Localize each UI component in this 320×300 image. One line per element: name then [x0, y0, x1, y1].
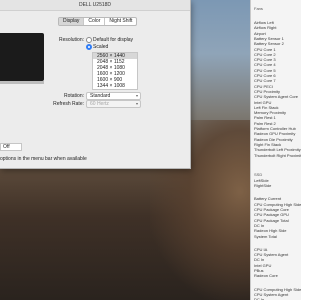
sensor-item[interactable]: Battery Sensor 1	[254, 36, 301, 41]
sensor-item[interactable]: CPU Core 1	[254, 47, 301, 52]
rotation-select[interactable]: Standard ▾	[86, 92, 141, 100]
sensor-item[interactable]: CPU System Agent	[254, 292, 301, 297]
sensor-item[interactable]: CPU Package GPU	[254, 212, 301, 217]
sensor-item[interactable]: CPU Core 4	[254, 62, 301, 67]
monitor-stand	[0, 81, 44, 84]
sensor-item[interactable]: Platform Controller Hub	[254, 126, 301, 131]
radio-default-label: Default for display	[93, 37, 134, 43]
sensor-item[interactable]: CPU System Agent	[254, 252, 301, 257]
sensor-item[interactable]: CPU IA	[254, 247, 301, 252]
footer-select[interactable]: Off	[0, 143, 22, 151]
radio-default[interactable]	[86, 37, 92, 43]
sensor-item[interactable]: RightSide	[254, 183, 301, 188]
sensor-list-panel: Fans Airflow Left Airflow Right Airport Batt…	[250, 0, 301, 300]
sensor-item[interactable]: Right Fin Stack	[254, 142, 301, 147]
title-bar[interactable]: DELL U2518D	[0, 0, 190, 11]
sensor-item[interactable]: CPU Computing High Side	[254, 287, 301, 292]
sensor-item[interactable]: Battery Current	[254, 196, 301, 201]
sensor-item[interactable]: Radeon GPU Proximity	[254, 131, 301, 136]
sensor-item[interactable]: Intel GPU	[254, 263, 301, 268]
sensor-section-header: SSD	[254, 171, 263, 177]
sensor-item[interactable]: Thunderbolt Left Proximity	[254, 147, 301, 152]
sensor-item[interactable]: CPU Computing High Side	[254, 202, 301, 207]
chevron-down-icon: ▾	[135, 93, 138, 98]
sensor-item[interactable]: CPU Core 3	[254, 57, 301, 62]
chevron-down-icon: ▾	[135, 101, 138, 106]
radio-scaled-label: Scaled	[93, 44, 109, 50]
sensor-item[interactable]: System Total	[254, 234, 301, 239]
sensor-item[interactable]: Radeon Die Proximity	[254, 137, 301, 142]
rotation-value: Standard	[90, 93, 111, 99]
sensor-item[interactable]: Left Fin Stack	[254, 105, 301, 110]
refresh-rate-value: 60 Hertz	[90, 101, 109, 107]
sensor-item[interactable]: Radeon High Side	[254, 228, 301, 233]
window-title: DELL U2518D	[78, 2, 112, 8]
sensor-item[interactable]: CPU System Agent Core	[254, 94, 301, 99]
sensor-item[interactable]: Radeon Core	[254, 273, 301, 278]
sensor-section-header: Fans	[254, 6, 263, 11]
sensor-item[interactable]: LeftSide	[254, 178, 301, 183]
sensor-item[interactable]: Airport	[254, 31, 301, 36]
sensor-item[interactable]: CPU Core 6	[254, 73, 301, 78]
sensor-item[interactable]: Memory Proximity	[254, 110, 301, 115]
tab-bar: Display Color Night Shift	[58, 17, 138, 26]
sensor-item[interactable]: CPU Package Total	[254, 218, 301, 223]
sensor-item[interactable]: DC In	[254, 223, 301, 228]
sensor-item[interactable]: PBus	[254, 268, 301, 273]
display-preferences-window: DELL U2518D Display Color Night Shift Re…	[0, 0, 191, 169]
refresh-rate-select[interactable]: 60 Hertz ▾	[86, 100, 141, 108]
tab-night-shift[interactable]: Night Shift	[105, 18, 136, 25]
resolution-list[interactable]: 2560 × 1440 2048 × 1152 2048 × 1080 1600…	[92, 52, 138, 90]
sensor-item[interactable]: Airflow Left	[254, 20, 301, 25]
resolution-option[interactable]: 1344 × 1008	[93, 83, 137, 89]
tab-color[interactable]: Color	[84, 18, 106, 25]
sensor-item[interactable]: Intel GPU	[254, 100, 301, 105]
radio-scaled[interactable]	[86, 44, 92, 50]
monitor-preview	[0, 33, 44, 81]
tab-display[interactable]: Display	[59, 18, 85, 25]
sensor-item[interactable]: CPU Core 5	[254, 68, 301, 73]
sensor-item[interactable]: Battery Sensor 2	[254, 41, 301, 46]
sensor-item[interactable]: Palm Rest 2	[254, 121, 301, 126]
sensor-item[interactable]: CPU PECI	[254, 84, 301, 89]
menu-bar-checkbox-label[interactable]: options in the menu bar when available	[0, 156, 87, 162]
sensor-item[interactable]: CPU Core 7	[254, 78, 301, 83]
sensor-item[interactable]: CPU Package Core	[254, 207, 301, 212]
rotation-label: Rotation:	[63, 93, 84, 99]
sensor-item[interactable]: Palm Rest 1	[254, 115, 301, 120]
sensor-item[interactable]: CPU Core 2	[254, 52, 301, 57]
sensor-item[interactable]: CPU Proximity	[254, 89, 301, 94]
resolution-label: Resolution:	[58, 37, 84, 43]
refresh-rate-label: Refresh Rate:	[53, 101, 84, 107]
sensor-item[interactable]: DC In	[254, 257, 301, 262]
sensor-item[interactable]: Thunderbolt Right Proximity	[254, 153, 301, 158]
sensor-item[interactable]: Airflow Right	[254, 25, 301, 30]
